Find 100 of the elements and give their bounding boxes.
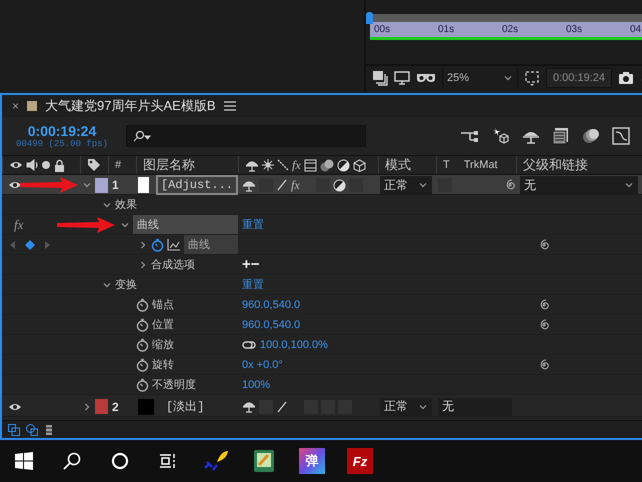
column-header[interactable]: 模式: [385, 156, 411, 174]
layer-row[interactable]: 1 [Adjust... fx 正常 无: [2, 175, 642, 195]
time-ruler[interactable]: 00s 01s 02s 03s 04: [370, 22, 642, 37]
layer-name[interactable]: [Adjust...: [156, 175, 238, 195]
stopwatch-icon[interactable]: [151, 238, 164, 252]
effects-switch[interactable]: fx: [291, 178, 300, 192]
parent-dropdown[interactable]: 无: [520, 176, 638, 194]
add-remove-controls[interactable]: +−: [242, 256, 260, 273]
pick-whip-icon[interactable]: [538, 318, 550, 330]
link-icon[interactable]: [242, 340, 256, 348]
reset-link[interactable]: 重置: [242, 277, 264, 292]
collapse-icon[interactable]: [262, 159, 274, 171]
search-field[interactable]: [126, 125, 366, 147]
stopwatch-icon[interactable]: [136, 318, 149, 332]
frame-blend-icon[interactable]: [304, 158, 317, 172]
shy-icon[interactable]: [242, 178, 256, 192]
property-row[interactable]: 旋转 0x +0.0°: [2, 355, 642, 375]
stopwatch-icon[interactable]: [136, 298, 149, 312]
motion-blur-icon[interactable]: [320, 158, 334, 172]
menu-icon[interactable]: [224, 101, 236, 111]
feather-icon[interactable]: [203, 450, 229, 472]
close-tab-button[interactable]: ×: [12, 99, 20, 113]
quality-icon[interactable]: [276, 400, 288, 412]
graph-editor-icon[interactable]: [612, 127, 630, 145]
chevron-icon[interactable]: [138, 260, 148, 270]
app-taskbar-icon[interactable]: Fz: [347, 448, 373, 474]
timecode-field[interactable]: 0:00:19:24: [546, 68, 612, 88]
effect-name[interactable]: 曲线: [133, 215, 238, 234]
shy-icon[interactable]: [245, 158, 259, 172]
zoom-dropdown[interactable]: 25%: [442, 68, 518, 88]
property-row[interactable]: fx 曲线 重置: [2, 215, 642, 235]
adjustment-layer-icon[interactable]: [336, 158, 350, 172]
mode-dropdown[interactable]: 正常: [380, 176, 432, 194]
property-value[interactable]: 100.0,100.0%: [260, 338, 328, 350]
property-value[interactable]: 100%: [242, 378, 270, 390]
solo-icon[interactable]: [41, 160, 51, 170]
pick-whip-icon[interactable]: [538, 358, 550, 370]
property-value[interactable]: 960.0,540.0: [242, 318, 300, 330]
graph-icon[interactable]: [167, 238, 181, 250]
chevron-icon[interactable]: [82, 180, 92, 190]
property-row[interactable]: 变换 重置: [2, 275, 642, 295]
chevron-icon[interactable]: [82, 402, 92, 412]
pick-whip-icon[interactable]: [538, 298, 550, 310]
pick-whip-icon[interactable]: [504, 179, 516, 191]
flowchart-icon[interactable]: [460, 128, 480, 144]
stretch-icon[interactable]: [44, 424, 54, 436]
region-of-interest-icon[interactable]: [524, 70, 540, 86]
search-icon[interactable]: [133, 130, 151, 142]
chevron-icon[interactable]: [624, 180, 634, 190]
monitor-icon[interactable]: [394, 70, 410, 86]
stopwatch-icon[interactable]: [136, 378, 149, 392]
search-icon[interactable]: [63, 452, 81, 470]
stopwatch-icon[interactable]: [136, 338, 149, 352]
property-value[interactable]: 0x +0.0°: [242, 358, 283, 370]
layers-icon[interactable]: [372, 70, 388, 86]
film-icon[interactable]: [552, 127, 570, 145]
composition-tab-title[interactable]: 大气建党97周年片头AE模版B: [45, 97, 216, 115]
layer-switches-icon[interactable]: [8, 424, 20, 436]
transfer-controls-icon[interactable]: [26, 424, 38, 436]
lock-icon[interactable]: [54, 158, 65, 172]
motion-blur-icon[interactable]: [582, 128, 600, 144]
cube-icon[interactable]: [352, 158, 366, 172]
stopwatch-icon[interactable]: [136, 358, 149, 372]
eye-icon[interactable]: [8, 180, 22, 190]
column-header[interactable]: 父级和链接: [523, 156, 588, 174]
circle-icon[interactable]: [111, 452, 129, 470]
quality-icon[interactable]: [276, 179, 288, 191]
label-color-swatch[interactable]: [95, 399, 108, 414]
pick-whip-icon[interactable]: [538, 238, 550, 250]
notebook-icon[interactable]: [252, 449, 276, 473]
eye-icon[interactable]: [8, 402, 22, 412]
label-color-swatch[interactable]: [95, 178, 108, 192]
property-value[interactable]: 960.0,540.0: [242, 298, 300, 310]
layer-name[interactable]: [淡出]: [161, 395, 210, 418]
adjustment-layer-icon[interactable]: [332, 178, 346, 192]
current-time[interactable]: 0:00:19:24: [28, 123, 96, 139]
track-matte-dropdown[interactable]: 无: [438, 398, 512, 416]
shy-icon[interactable]: [242, 400, 256, 413]
property-row[interactable]: 合成选项 +−: [2, 255, 642, 275]
mode-dropdown[interactable]: 正常: [380, 398, 432, 416]
label-icon[interactable]: [87, 158, 101, 172]
property-row[interactable]: 位置 960.0,540.0: [2, 315, 642, 335]
property-row[interactable]: 曲线: [2, 235, 642, 255]
column-header[interactable]: 图层名称: [143, 156, 195, 174]
task-view-icon[interactable]: [159, 452, 177, 470]
app-taskbar-icon[interactable]: 弹: [299, 448, 325, 474]
windows-start-icon[interactable]: [15, 452, 33, 470]
chevron-icon[interactable]: [138, 240, 148, 250]
quality-icon[interactable]: [277, 159, 289, 171]
draft-3d-icon[interactable]: [492, 127, 510, 145]
eye-icon[interactable]: [9, 160, 23, 170]
audio-icon[interactable]: [26, 159, 38, 171]
effect-badge[interactable]: fx: [14, 216, 24, 232]
property-row[interactable]: 锚点 960.0,540.0: [2, 295, 642, 315]
camera-icon[interactable]: [618, 70, 634, 86]
chevron-icon[interactable]: [503, 73, 513, 83]
playhead-handle[interactable]: [366, 12, 373, 24]
property-row[interactable]: 缩放 100.0,100.0%: [2, 335, 642, 355]
chevron-icon[interactable]: [418, 180, 428, 190]
reset-link[interactable]: 重置: [242, 217, 264, 232]
